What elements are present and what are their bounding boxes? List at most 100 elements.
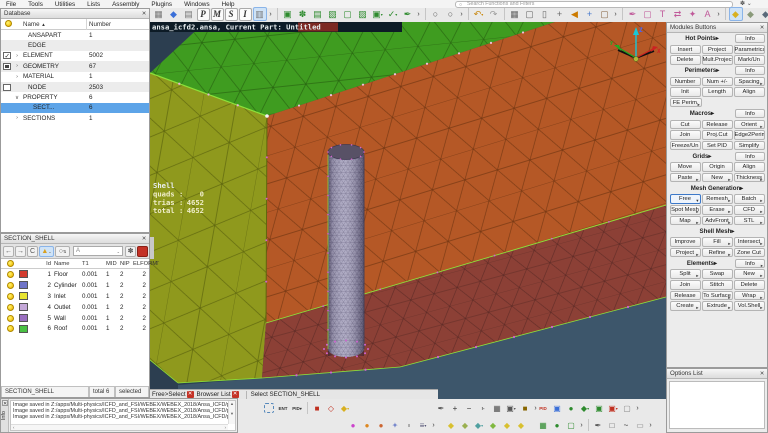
info-button[interactable]: Info▸ (735, 259, 765, 269)
section-header[interactable]: Hot Points▸ (669, 35, 735, 42)
h-scrollbar[interactable]: ‹› (11, 424, 228, 430)
toolbar-icon[interactable]: ◆ (487, 419, 500, 432)
toolbar-icon[interactable]: ▨ (356, 7, 370, 21)
tree-item-ansapart[interactable]: ANSAPART1 (1, 30, 149, 40)
stl-button[interactable]: STL▸ (734, 216, 765, 226)
new-button[interactable]: New▸ (734, 269, 765, 279)
toolbar-icon[interactable]: ▯ (538, 7, 552, 21)
toolbar-icon[interactable]: › (613, 7, 619, 21)
toolbar-icon[interactable]: › (579, 419, 585, 432)
tree-item-sections[interactable]: ›SECTIONS1 (1, 113, 149, 123)
menu-file[interactable]: File (0, 1, 22, 8)
toolbar-icon[interactable]: I (239, 8, 252, 21)
advfront-button[interactable]: AdvFront▸ (702, 216, 733, 226)
toolbar-icon[interactable]: ▧ (326, 7, 340, 21)
mult-project-button[interactable]: Mult.Project (702, 55, 733, 65)
info-button[interactable]: Info (735, 66, 765, 76)
toolbar-icon[interactable]: ▢ (523, 7, 537, 21)
to-surface-button[interactable]: To Surface▸ (702, 291, 733, 301)
toolbar-icon[interactable]: ● (551, 419, 564, 432)
toolbar-icon[interactable]: ● (565, 402, 578, 415)
close-icon[interactable]: ✕ (141, 236, 147, 242)
release-button[interactable]: Release (702, 120, 733, 130)
close-icon[interactable]: ✕ (759, 371, 765, 377)
toolbar-icon[interactable]: ⇄ (671, 7, 685, 21)
close-icon[interactable]: ✕ (759, 25, 765, 31)
project-button[interactable]: Project (702, 45, 733, 55)
fe-perim--button[interactable]: FE Perim.▸ (670, 98, 702, 108)
edge2perim--button[interactable]: Edge2Perim. (734, 130, 765, 140)
toolbar-icon[interactable]: ■ (519, 402, 532, 415)
remesh-button[interactable]: Remesh▸ (702, 194, 733, 204)
stitch-button[interactable]: Stitch (702, 280, 733, 290)
tree-item-geometry[interactable]: ›GEOMETRY67 (1, 61, 149, 71)
toolbar-icon[interactable]: ▣ (281, 7, 295, 21)
init-button[interactable]: Init (670, 87, 701, 97)
mark-un-button[interactable]: Mark/Un (734, 55, 765, 65)
orient-button[interactable]: Orient▸ (734, 120, 765, 130)
back-icon[interactable]: ← (3, 246, 14, 257)
close-icon[interactable]: ✕ (141, 11, 147, 17)
v-scrollbar[interactable]: ▲▼ (228, 401, 235, 424)
toolbar-icon[interactable]: ◆ (759, 7, 768, 21)
insert-button[interactable]: Insert (670, 45, 701, 55)
cfd-button[interactable]: CFD▸ (734, 205, 765, 215)
forward-icon[interactable]: → (15, 246, 26, 257)
toolbar-icon[interactable]: T (656, 7, 670, 21)
toolbar-icon[interactable]: □ (606, 419, 619, 432)
section-row-wall[interactable]: 5Wall0.001122 (1, 313, 149, 324)
toolbar-icon[interactable]: ▥ (253, 7, 267, 21)
zoom-spin-icon[interactable]: ○⇅ (55, 246, 70, 257)
toolbar-icon[interactable]: ◆ (729, 7, 743, 21)
toolbar-icon[interactable]: + (553, 7, 567, 21)
move-button[interactable]: Move (670, 162, 701, 172)
section-row-outlet[interactable]: 4Outlet0.001122 (1, 302, 149, 313)
section-header[interactable]: Perimeters▸ (669, 67, 735, 74)
toolbar-icon[interactable]: ▤ (182, 7, 196, 21)
erase-button[interactable]: Erase▸ (702, 205, 733, 215)
create-button[interactable]: Create▸ (670, 301, 701, 311)
toolbar-icon[interactable]: ▣▾ (371, 7, 385, 21)
spot-mesh-button[interactable]: Spot Mesh▸ (670, 205, 701, 215)
toolbar-icon[interactable]: ◆ (744, 7, 758, 21)
number-button[interactable]: Number (670, 77, 701, 87)
vol-shell-button[interactable]: Vol.Shell▸ (734, 301, 765, 311)
toolbar-icon[interactable]: ✒ (592, 419, 605, 432)
toolbar-icon[interactable]: A (701, 7, 715, 21)
intersect-button[interactable]: Intersect▸ (734, 237, 765, 247)
tree-item-node[interactable]: NODE2503 (1, 82, 149, 92)
join-button[interactable]: Join (670, 130, 701, 140)
toolbar-icon[interactable]: ▦ (491, 402, 504, 415)
section-header[interactable]: Mesh Generation▸ (669, 185, 765, 192)
toolbar-icon[interactable]: ✦ (686, 7, 700, 21)
simplify-button[interactable]: Simplify (734, 141, 765, 151)
section-row-inlet[interactable]: 3Inlet0.001122 (1, 291, 149, 302)
delete-button[interactable]: Delete (670, 55, 701, 65)
section-header[interactable]: Grids▸ (669, 153, 735, 160)
toolbar-icon[interactable]: ◆ (167, 7, 181, 21)
section-header[interactable]: Shell Mesh▸ (669, 228, 765, 235)
join-button[interactable]: Join (670, 280, 701, 290)
color-mode-icon[interactable]: ▲⌄ (39, 246, 54, 257)
zone-cut-button[interactable]: Zone Cut (734, 248, 765, 258)
toolbar-icon[interactable]: − (463, 402, 476, 415)
improve-button[interactable]: Improve (670, 237, 701, 247)
toolbar-icon[interactable]: ▦ (508, 7, 522, 21)
origin-button[interactable]: Origin (702, 162, 733, 172)
toolbar-icon[interactable]: ● (361, 419, 374, 432)
menu-tools[interactable]: Tools (22, 1, 49, 8)
section-row-floor[interactable]: 1Floor0.001122 (1, 269, 149, 280)
toolbar-icon[interactable]: ◆ (459, 419, 472, 432)
menu-lists[interactable]: Lists (81, 1, 106, 8)
info-button[interactable]: Info (735, 34, 765, 44)
toolbar-icon[interactable]: ◆ (515, 419, 528, 432)
spacing-button[interactable]: Spacing▸ (734, 77, 765, 87)
menu-assembly[interactable]: Assembly (106, 1, 145, 8)
toolbar-icon[interactable]: ▢ (565, 419, 578, 432)
align-button[interactable]: Align (734, 87, 765, 97)
column-config-icon[interactable]: ⊤ (155, 261, 161, 267)
num--button[interactable]: Num +/- (702, 77, 733, 87)
delete-button[interactable]: Delete (734, 280, 765, 290)
toolbar-icon[interactable]: ○ (429, 7, 443, 21)
gear-icon[interactable]: ✽ (125, 246, 136, 257)
